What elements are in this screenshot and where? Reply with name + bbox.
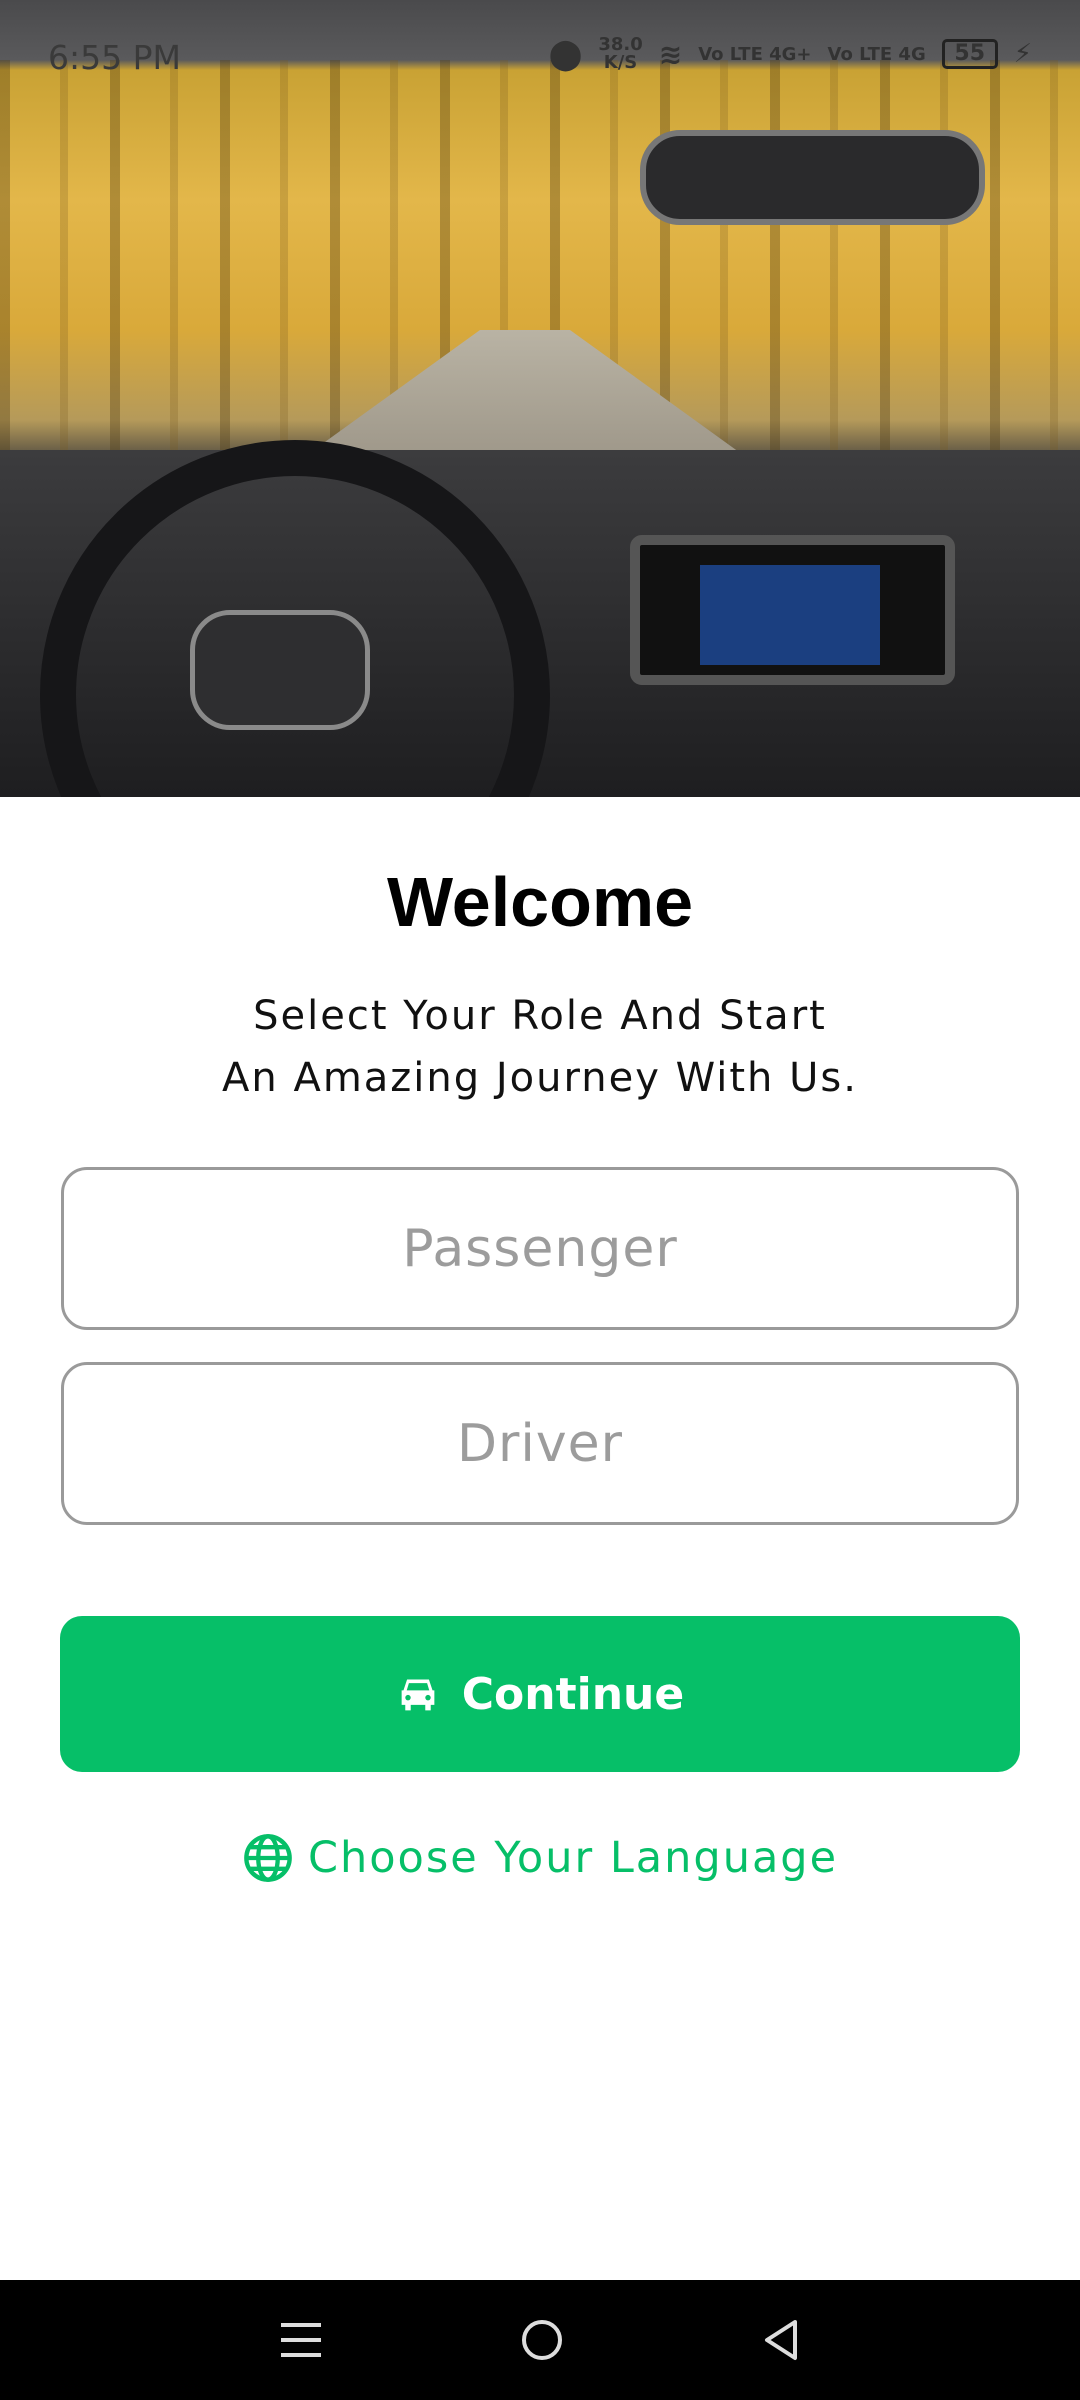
back-icon[interactable] <box>761 2318 801 2362</box>
hero-image <box>0 0 1080 797</box>
language-label: Choose Your Language <box>307 1833 839 1883</box>
home-icon[interactable] <box>520 2318 564 2362</box>
rearview-mirror <box>640 130 985 225</box>
infotainment-screen <box>630 535 955 685</box>
status-time: 6:55 PM <box>48 38 181 77</box>
sim1-signal: Vo LTE 4G+ <box>698 43 812 65</box>
page-title: Welcome <box>386 863 694 941</box>
navigation-bar <box>0 2280 1080 2400</box>
location-icon: ⬤ <box>548 36 583 72</box>
charging-icon: ⚡ <box>1013 39 1032 69</box>
subtitle: Select Your Role And Start An Amazing Jo… <box>222 993 858 1101</box>
role-passenger-button[interactable]: Passenger <box>61 1167 1019 1330</box>
menu-icon[interactable] <box>279 2320 323 2360</box>
sim2-signal: Vo LTE 4G <box>827 43 926 65</box>
role-driver-button[interactable]: Driver <box>61 1362 1019 1525</box>
continue-label: Continue <box>461 1668 685 1720</box>
car-icon <box>401 1679 435 1711</box>
continue-button[interactable]: Continue <box>60 1616 1020 1772</box>
net-unit: K/S <box>603 52 638 73</box>
status-bar: 6:55 PM ⬤ 38.0 K/S ≋ Vo LTE 4G+ Vo LTE 4G… <box>0 0 1080 110</box>
globe-icon <box>244 1834 292 1882</box>
choose-language-link[interactable]: Choose Your Language <box>0 1832 1080 1884</box>
wifi-icon: ≋ <box>658 37 683 71</box>
battery-icon: 55 <box>941 39 998 69</box>
